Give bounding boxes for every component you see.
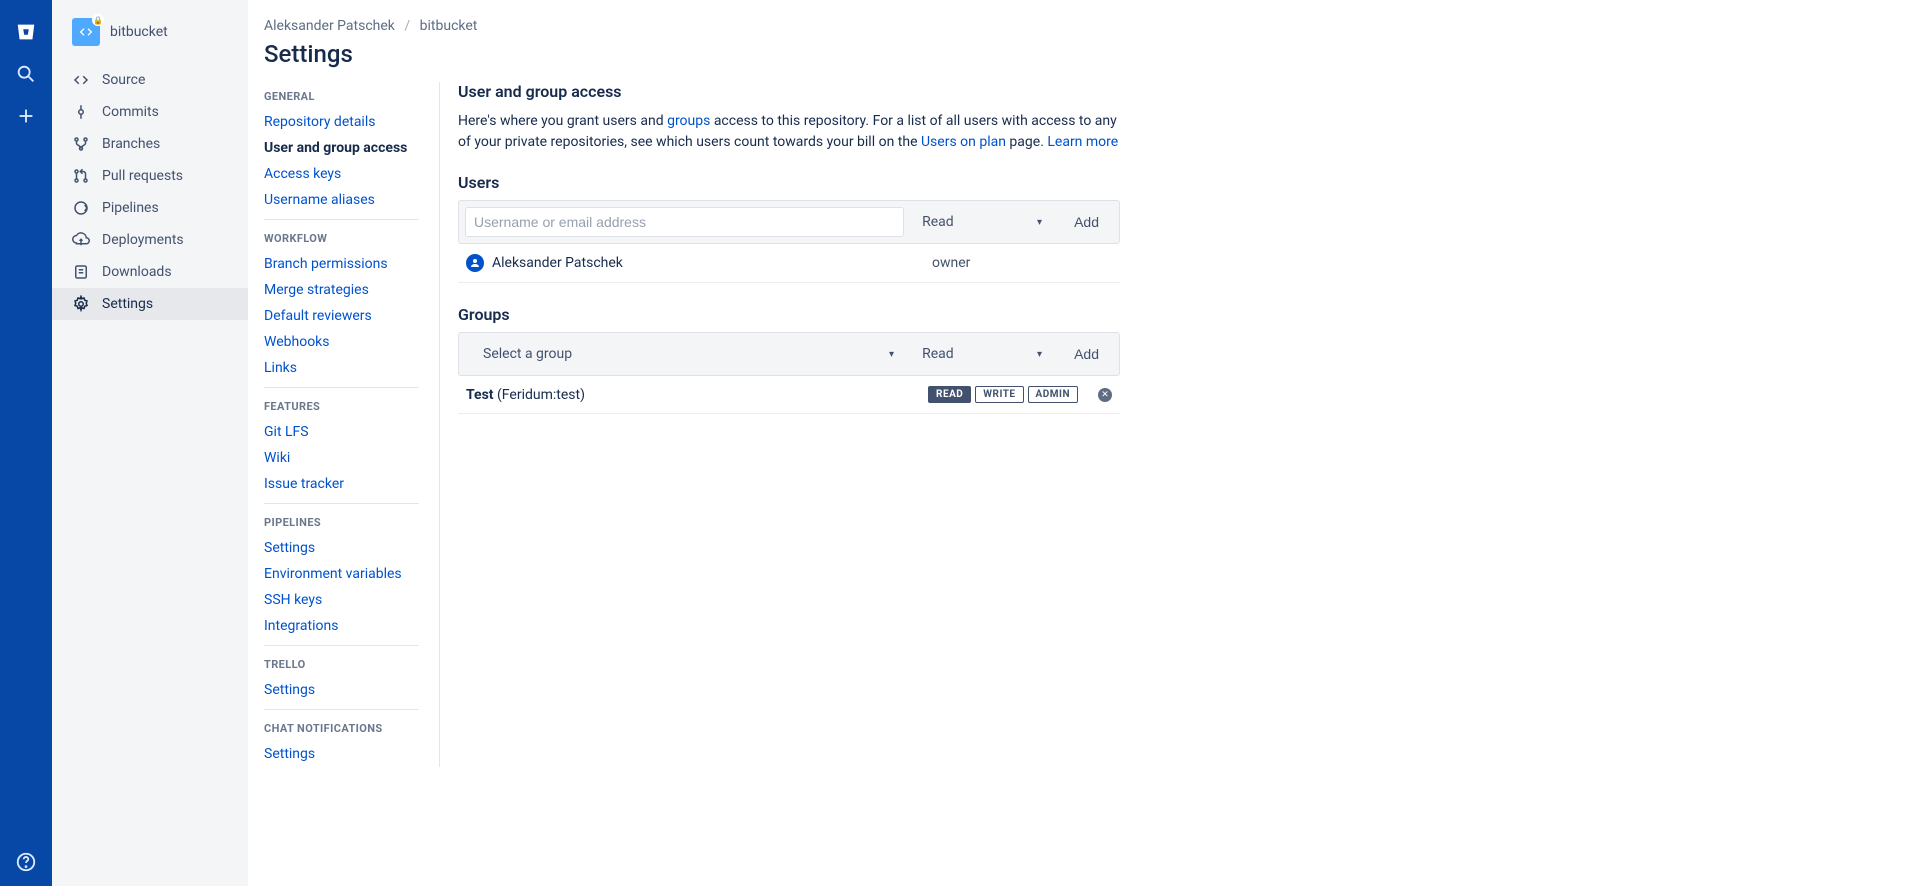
global-nav bbox=[0, 0, 52, 886]
user-search-input[interactable] bbox=[465, 207, 904, 237]
add-user-button[interactable]: Add bbox=[1060, 207, 1113, 237]
deployments-icon bbox=[72, 231, 96, 249]
permission-buttons: READ WRITE ADMIN bbox=[928, 386, 1078, 403]
repo-avatar-icon: 🔒 bbox=[72, 18, 100, 46]
settings-trello-settings[interactable]: Settings bbox=[264, 677, 419, 703]
branches-icon bbox=[72, 135, 96, 153]
user-row: Aleksander Patschek owner bbox=[458, 244, 1120, 283]
help-icon[interactable] bbox=[8, 844, 44, 880]
commits-icon bbox=[72, 103, 96, 121]
perm-admin-button[interactable]: ADMIN bbox=[1028, 386, 1078, 403]
settings-nav: GENERAL Repository details User and grou… bbox=[264, 82, 440, 767]
perm-write-button[interactable]: WRITE bbox=[975, 386, 1023, 403]
learn-more-link[interactable]: Learn more bbox=[1047, 134, 1118, 150]
settings-user-group-access[interactable]: User and group access bbox=[264, 135, 419, 161]
settings-env-vars[interactable]: Environment variables bbox=[264, 561, 419, 587]
settings-branch-permissions[interactable]: Branch permissions bbox=[264, 251, 419, 277]
bitbucket-logo-icon[interactable] bbox=[8, 14, 44, 50]
add-group-row: Select a group ▾ Read ▾ Add bbox=[458, 332, 1120, 376]
add-user-row: Read ▾ Add bbox=[458, 200, 1120, 244]
repo-name: bitbucket bbox=[110, 24, 168, 40]
settings-integrations[interactable]: Integrations bbox=[264, 613, 419, 639]
page-body: Aleksander Patschek / bitbucket Settings… bbox=[248, 0, 1920, 807]
group-select[interactable]: Select a group ▾ bbox=[473, 339, 904, 369]
add-group-button[interactable]: Add bbox=[1060, 339, 1113, 369]
section-chat: CHAT NOTIFICATIONS bbox=[264, 709, 419, 741]
settings-git-lfs[interactable]: Git LFS bbox=[264, 419, 419, 445]
groups-link[interactable]: groups bbox=[667, 113, 710, 129]
settings-merge-strategies[interactable]: Merge strategies bbox=[264, 277, 419, 303]
remove-group-icon[interactable]: ✕ bbox=[1098, 388, 1112, 402]
users-on-plan-link[interactable]: Users on plan bbox=[921, 134, 1006, 150]
downloads-icon bbox=[72, 263, 96, 281]
breadcrumb-owner[interactable]: Aleksander Patschek bbox=[264, 18, 395, 34]
nav-settings[interactable]: Settings bbox=[52, 288, 248, 320]
page-title: Settings bbox=[264, 40, 1904, 68]
chevron-down-icon: ▾ bbox=[889, 349, 894, 360]
container-nav: 🔒 bitbucket Source Commits Branches Pull… bbox=[52, 0, 248, 886]
content: User and group access Here's where you g… bbox=[440, 82, 1120, 767]
avatar bbox=[466, 254, 484, 272]
group-name: Test bbox=[466, 387, 494, 403]
group-suffix: (Feridum:test) bbox=[494, 387, 585, 403]
search-icon[interactable] bbox=[8, 56, 44, 92]
section-trello: TRELLO bbox=[264, 645, 419, 677]
nav-pull-requests[interactable]: Pull requests bbox=[52, 160, 248, 192]
group-permission-select[interactable]: Read ▾ bbox=[912, 339, 1052, 369]
users-heading: Users bbox=[458, 173, 1120, 192]
nav-pipelines[interactable]: Pipelines bbox=[52, 192, 248, 224]
nav-list: Source Commits Branches Pull requests Pi… bbox=[52, 64, 248, 320]
user-permission-select[interactable]: Read ▾ bbox=[912, 207, 1052, 237]
section-features: FEATURES bbox=[264, 387, 419, 419]
nav-branches[interactable]: Branches bbox=[52, 128, 248, 160]
perm-read-button[interactable]: READ bbox=[928, 386, 971, 403]
settings-chat-settings[interactable]: Settings bbox=[264, 741, 419, 767]
section-pipelines: PIPELINES bbox=[264, 503, 419, 535]
settings-ssh-keys[interactable]: SSH keys bbox=[264, 587, 419, 613]
section-general: GENERAL bbox=[264, 82, 419, 109]
pipelines-icon bbox=[72, 199, 96, 217]
section-workflow: WORKFLOW bbox=[264, 219, 419, 251]
nav-deployments[interactable]: Deployments bbox=[52, 224, 248, 256]
user-name: Aleksander Patschek bbox=[492, 255, 623, 271]
intro-text: Here's where you grant users and groups … bbox=[458, 111, 1120, 153]
breadcrumb: Aleksander Patschek / bitbucket bbox=[264, 18, 1904, 34]
settings-repository-details[interactable]: Repository details bbox=[264, 109, 419, 135]
group-row: Test (Feridum:test) READ WRITE ADMIN ✕ bbox=[458, 376, 1120, 414]
user-role: owner bbox=[932, 255, 1112, 271]
settings-wiki[interactable]: Wiki bbox=[264, 445, 419, 471]
settings-icon bbox=[72, 295, 96, 313]
settings-issue-tracker[interactable]: Issue tracker bbox=[264, 471, 419, 497]
nav-source[interactable]: Source bbox=[52, 64, 248, 96]
source-icon bbox=[72, 71, 96, 89]
groups-heading: Groups bbox=[458, 305, 1120, 324]
settings-links[interactable]: Links bbox=[264, 355, 419, 381]
nav-downloads[interactable]: Downloads bbox=[52, 256, 248, 288]
chevron-down-icon: ▾ bbox=[1037, 217, 1042, 228]
plus-icon[interactable] bbox=[8, 98, 44, 134]
nav-commits[interactable]: Commits bbox=[52, 96, 248, 128]
settings-username-aliases[interactable]: Username aliases bbox=[264, 187, 419, 213]
repo-header[interactable]: 🔒 bitbucket bbox=[52, 12, 248, 64]
settings-pipelines-settings[interactable]: Settings bbox=[264, 535, 419, 561]
settings-default-reviewers[interactable]: Default reviewers bbox=[264, 303, 419, 329]
breadcrumb-repo[interactable]: bitbucket bbox=[420, 18, 478, 34]
lock-icon: 🔒 bbox=[92, 14, 104, 26]
content-heading: User and group access bbox=[458, 82, 1120, 101]
pull-requests-icon bbox=[72, 167, 96, 185]
settings-access-keys[interactable]: Access keys bbox=[264, 161, 419, 187]
settings-webhooks[interactable]: Webhooks bbox=[264, 329, 419, 355]
chevron-down-icon: ▾ bbox=[1037, 349, 1042, 360]
